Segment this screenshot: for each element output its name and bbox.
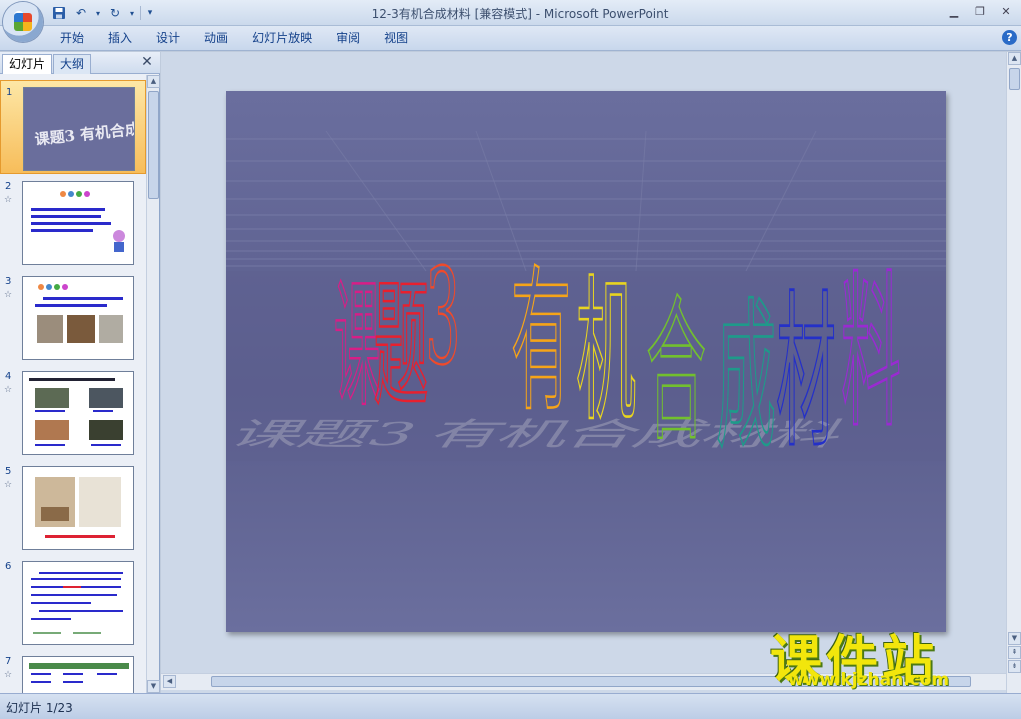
ribbon: 开始 插入 设计 动画 幻灯片放映 审阅 视图 ? — [0, 26, 1021, 51]
thumbnail-list: 1 课题3 有机合成材料 2 ☆ 3 ☆ 4 ☆ 5 ☆ 6 7 ☆ — [0, 75, 146, 693]
thumbnail-number: 1 — [6, 87, 13, 98]
thumbnail-number: 6 — [5, 561, 12, 572]
thumbnail-2[interactable]: 2 ☆ — [0, 175, 146, 269]
thumbnail-slide — [22, 276, 134, 360]
undo-icon[interactable]: ↶ — [72, 4, 90, 22]
tab-animations[interactable]: 动画 — [192, 26, 240, 51]
tab-insert[interactable]: 插入 — [96, 26, 144, 51]
title-char: 合 — [646, 281, 707, 464]
office-button[interactable] — [3, 2, 43, 42]
thumbnail-number: 3 — [5, 276, 12, 287]
title-bar: ↶ ▾ ↻ ▾ ▾ 12-3有机合成材料 [兼容模式] - Microsoft … — [0, 0, 1021, 42]
title-char: 材 — [776, 275, 837, 472]
thumbnail-scrollbar[interactable]: ▲ ▼ — [146, 75, 160, 693]
slides-panel: 幻灯片 大纲 ✕ 1 课题3 有机合成材料 2 ☆ 3 ☆ 4 ☆ 5 ☆ 6 … — [0, 52, 160, 693]
title-char: 3 — [425, 239, 461, 395]
animation-star-icon: ☆ — [4, 670, 13, 680]
scrollbar-thumb[interactable] — [1009, 68, 1020, 90]
thumbnail-number: 4 — [5, 371, 12, 382]
tab-slides[interactable]: 幻灯片 — [2, 54, 53, 74]
minimize-icon[interactable]: ▁ — [941, 2, 967, 20]
scroll-up-icon[interactable]: ▲ — [147, 75, 160, 88]
thumbnail-slide — [22, 656, 134, 693]
restore-icon[interactable]: ❐ — [967, 2, 993, 20]
save-icon[interactable] — [50, 4, 68, 22]
scrollbar-thumb[interactable] — [148, 91, 159, 199]
customize-qat-icon[interactable]: ▾ — [145, 4, 155, 22]
tab-design[interactable]: 设计 — [144, 26, 192, 51]
window-title: 12-3有机合成材料 [兼容模式] - Microsoft PowerPoint — [371, 7, 669, 21]
tab-home[interactable]: 开始 — [48, 26, 96, 51]
close-icon[interactable]: ✕ — [140, 55, 154, 69]
thumbnail-slide: 课题3 有机合成材料 — [23, 87, 135, 171]
thumbnail-1[interactable]: 1 课题3 有机合成材料 — [0, 80, 146, 174]
status-bar: 幻灯片 1/23 — [0, 693, 1021, 719]
slide-counter: 幻灯片 1/23 — [6, 701, 73, 715]
tab-slideshow[interactable]: 幻灯片放映 — [240, 26, 324, 51]
current-slide[interactable]: 课题3 有机合成材料 课 题 3 有 机 合 成 材 料 — [226, 91, 946, 632]
title-char: 机 — [576, 261, 637, 444]
ribbon-tabs: 开始 插入 设计 动画 幻灯片放映 审阅 视图 — [48, 26, 420, 51]
title-char: 题 — [373, 264, 429, 427]
slide-editor: 课题3 有机合成材料 课 题 3 有 机 合 成 材 料 — [161, 52, 1006, 693]
thumbnail-number: 7 — [5, 656, 12, 667]
slide-vertical-scrollbar[interactable]: ▲ ▼ ⇞ ⇟ — [1006, 52, 1021, 693]
window-controls: ▁ ❐ ✕ — [941, 2, 1019, 20]
svg-text:课题3 有机合成材料: 课题3 有机合成材料 — [34, 117, 135, 149]
watermark-url: www.kjzhan.com — [788, 670, 950, 690]
scroll-down-icon[interactable]: ▼ — [147, 680, 160, 693]
tab-review[interactable]: 审阅 — [324, 26, 372, 51]
animation-star-icon: ☆ — [4, 290, 13, 300]
thumbnail-number: 5 — [5, 466, 12, 477]
scroll-left-icon[interactable]: ◀ — [163, 675, 176, 688]
thumbnail-number: 2 — [5, 181, 12, 192]
undo-dropdown-icon[interactable]: ▾ — [94, 4, 102, 22]
qat-separator — [140, 6, 141, 20]
thumbnail-slide — [22, 561, 134, 645]
office-logo-icon — [14, 13, 32, 31]
title-char: 有 — [511, 251, 572, 434]
thumbnail-slide — [22, 466, 134, 550]
tab-outline[interactable]: 大纲 — [53, 54, 92, 74]
title-char: 成 — [716, 283, 777, 473]
redo-icon[interactable]: ↻ — [106, 4, 124, 22]
panel-tabs: 幻灯片 大纲 ✕ — [0, 52, 160, 74]
thumbnail-3[interactable]: 3 ☆ — [0, 270, 146, 364]
thumbnail-6[interactable]: 6 — [0, 555, 146, 649]
redo-dropdown-icon[interactable]: ▾ — [128, 4, 136, 22]
thumbnail-7[interactable]: 7 ☆ — [0, 650, 146, 693]
thumbnail-4[interactable]: 4 ☆ — [0, 365, 146, 459]
thumbnail-slide — [22, 181, 134, 265]
tab-view[interactable]: 视图 — [372, 26, 420, 51]
close-icon[interactable]: ✕ — [993, 2, 1019, 20]
quick-access-toolbar: ↶ ▾ ↻ ▾ ▾ — [50, 4, 155, 22]
animation-star-icon: ☆ — [4, 195, 13, 205]
help-icon[interactable]: ? — [1002, 30, 1017, 45]
watermark-logo: 课件站 www.kjzhan.com — [770, 618, 1020, 693]
animation-star-icon: ☆ — [4, 385, 13, 395]
scroll-up-icon[interactable]: ▲ — [1008, 52, 1021, 65]
thumbnail-slide — [22, 371, 134, 455]
title-char: 料 — [841, 255, 902, 452]
thumbnail-5[interactable]: 5 ☆ — [0, 460, 146, 554]
animation-star-icon: ☆ — [4, 480, 13, 490]
